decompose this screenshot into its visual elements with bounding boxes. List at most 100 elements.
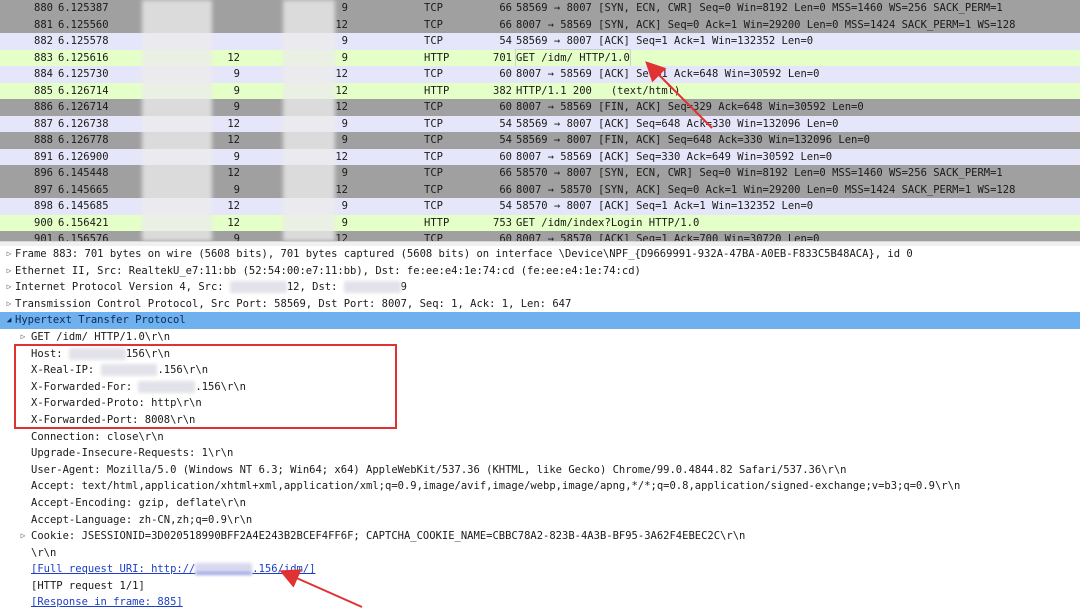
packet-time: 6.156576 [58,233,109,241]
detail-tree-item[interactable]: ◢ Hypertext Transfer Protocol [0,312,1080,329]
packet-number: 900 [34,216,53,229]
packet-info: 8007 → 58569 [SYN, ACK] Seq=0 Ack=1 Win=… [516,18,1016,31]
packet-length: 60 [499,101,512,113]
packet-protocol: TCP [424,134,443,146]
packet-length: 66 [499,2,512,14]
detail-field[interactable]: Accept: text/html,application/xhtml+xml,… [0,478,1080,495]
redacted-ip: 000.000.0 [343,281,401,294]
detail-link[interactable]: [Response in frame: 885] [0,594,1080,609]
packet-info: 8007 → 58569 [FIN, ACK] Seq=329 Ack=648 … [516,101,864,113]
packet-length: 54 [499,35,512,47]
packet-length: 66 [499,167,512,179]
packet-number: 896 [34,167,53,179]
packet-time: 6.125560 [58,18,109,31]
detail-tree-item[interactable]: ▷ Frame 883: 701 bytes on wire (5608 bits… [0,246,1080,263]
packet-info: 8007 → 58570 [ACK] Seq=1 Ack=700 Win=307… [516,233,820,241]
detail-text: [Response in frame: 885] [31,596,183,609]
packet-protocol: HTTP [424,84,450,97]
packet-number: 885 [34,84,53,97]
packet-length: 60 [499,68,512,80]
detail-field[interactable]: Upgrade-Insecure-Requests: 1\r\n [0,445,1080,462]
packet-protocol: TCP [424,200,443,212]
packet-length: 66 [499,18,512,31]
detail-link[interactable]: [Full request URI: http://000.000.0.156/… [0,561,1080,578]
detail-text: Transmission Control Protocol, Src Port:… [15,297,572,310]
detail-field[interactable]: Connection: close\r\n [0,429,1080,446]
detail-text-suffix: 9 [400,281,407,294]
detail-text: Accept-Encoding: gzip, deflate\r\n [31,496,246,509]
packet-protocol: TCP [424,18,443,31]
packet-number: 882 [34,35,53,47]
packet-time: 6.125616 [58,51,109,64]
detail-field[interactable]: [HTTP request 1/1] [0,578,1080,595]
packet-length: 60 [499,233,512,241]
detail-tree-item[interactable]: ▷Internet Protocol Version 4, Src: 000.0… [0,279,1080,296]
packet-number: 883 [34,51,53,64]
packet-time: 6.126778 [58,134,109,146]
packet-protocol: TCP [424,150,443,163]
collapsed-arrow-icon[interactable]: ▷ [4,296,14,313]
packet-protocol: HTTP [424,51,450,64]
packet-info: 58569 → 8007 [ACK] Seq=648 Ack=330 Win=1… [516,117,839,130]
redacted-ip: 000.000.0 [229,281,287,294]
detail-text: \r\n [31,546,57,559]
packet-length: 66 [499,183,512,196]
packet-protocol: TCP [424,68,443,80]
detail-field[interactable]: Accept-Language: zh-CN,zh;q=0.9\r\n [0,512,1080,529]
packet-number: 888 [34,134,53,146]
detail-tree-item[interactable]: ▷ Ethernet II, Src: RealtekU_e7:11:bb (52… [0,263,1080,280]
detail-text-prefix: [Full request URI: http:// [31,563,196,576]
packet-time: 6.126900 [58,150,109,163]
detail-text-suffix: .156/idm/] [252,563,316,576]
detail-field[interactable]: \r\n [0,545,1080,562]
detail-text: Cookie: JSESSIONID=3D020518990BFF2A4E243… [31,530,746,543]
packet-length: 701 [493,51,512,64]
collapsed-arrow-icon[interactable]: ▷ [4,279,14,296]
detail-text: [Full request URI: http://000.000.0.156/… [31,561,316,578]
redacted-source-column [142,0,212,241]
packet-protocol: TCP [424,35,443,47]
packet-number: 887 [34,117,53,130]
detail-text: Accept-Language: zh-CN,zh;q=0.9\r\n [31,513,253,526]
detail-tree-item[interactable]: ▷ Cookie: JSESSIONID=3D020518990BFF2A4E24… [0,528,1080,545]
packet-info: 8007 → 58569 [ACK] Seq=330 Ack=649 Win=3… [516,150,833,163]
packet-number: 891 [34,150,53,163]
detail-text: Ethernet II, Src: RealtekU_e7:11:bb (52:… [15,264,641,277]
packet-number: 901 [34,233,53,241]
packet-protocol: TCP [424,167,443,179]
packet-info: 58570 → 8007 [SYN, ECN, CWR] Seq=0 Win=8… [516,167,1003,179]
collapsed-arrow-icon[interactable]: ▷ [18,528,28,545]
packet-number: 880 [34,2,53,14]
packet-length: 54 [499,134,512,146]
packet-number: 884 [34,68,53,80]
detail-field[interactable]: User-Agent: Mozilla/5.0 (Windows NT 6.3;… [0,462,1080,479]
detail-text: [HTTP request 1/1] [31,579,145,592]
detail-text: Upgrade-Insecure-Requests: 1\r\n [31,447,234,460]
expanded-arrow-icon[interactable]: ◢ [4,312,14,329]
packet-number: 897 [34,183,53,196]
collapsed-arrow-icon[interactable]: ▷ [4,246,14,263]
packet-time: 6.126714 [58,101,109,113]
packet-length: 54 [499,200,512,212]
packet-time: 6.156421 [58,216,109,229]
forwarded-headers-highlight-box [14,344,397,429]
packet-info: 8007 → 58569 [ACK] Seq=1 Ack=648 Win=305… [516,68,820,80]
redacted-destination-column [283,0,335,241]
collapsed-arrow-icon[interactable]: ▷ [4,263,14,280]
packet-number: 886 [34,101,53,113]
detail-field[interactable]: Accept-Encoding: gzip, deflate\r\n [0,495,1080,512]
packet-protocol: HTTP [424,216,450,229]
detail-text: Connection: close\r\n [31,430,164,443]
packet-time: 6.125730 [58,68,109,80]
detail-text: Frame 883: 701 bytes on wire (5608 bits)… [15,248,913,260]
packet-info: 8007 → 58570 [SYN, ACK] Seq=0 Ack=1 Win=… [516,183,1016,196]
detail-text: User-Agent: Mozilla/5.0 (Windows NT 6.3;… [31,463,847,476]
packet-info: GET /idm/index?Login HTTP/1.0 [516,216,700,229]
packet-protocol: TCP [424,183,443,196]
packet-info: GET /idm/ HTTP/1.0 [515,48,631,67]
detail-tree-item[interactable]: ▷ Transmission Control Protocol, Src Port… [0,296,1080,313]
packet-length: 54 [499,117,512,130]
packet-info: 58569 → 8007 [SYN, ECN, CWR] Seq=0 Win=8… [516,2,1003,14]
packet-list[interactable]: 880 6.125387 9 TCP 66 58569 → 8007 [SYN, ECN,… [0,0,1080,241]
packet-info: 58570 → 8007 [ACK] Seq=1 Ack=1 Win=13235… [516,200,814,212]
